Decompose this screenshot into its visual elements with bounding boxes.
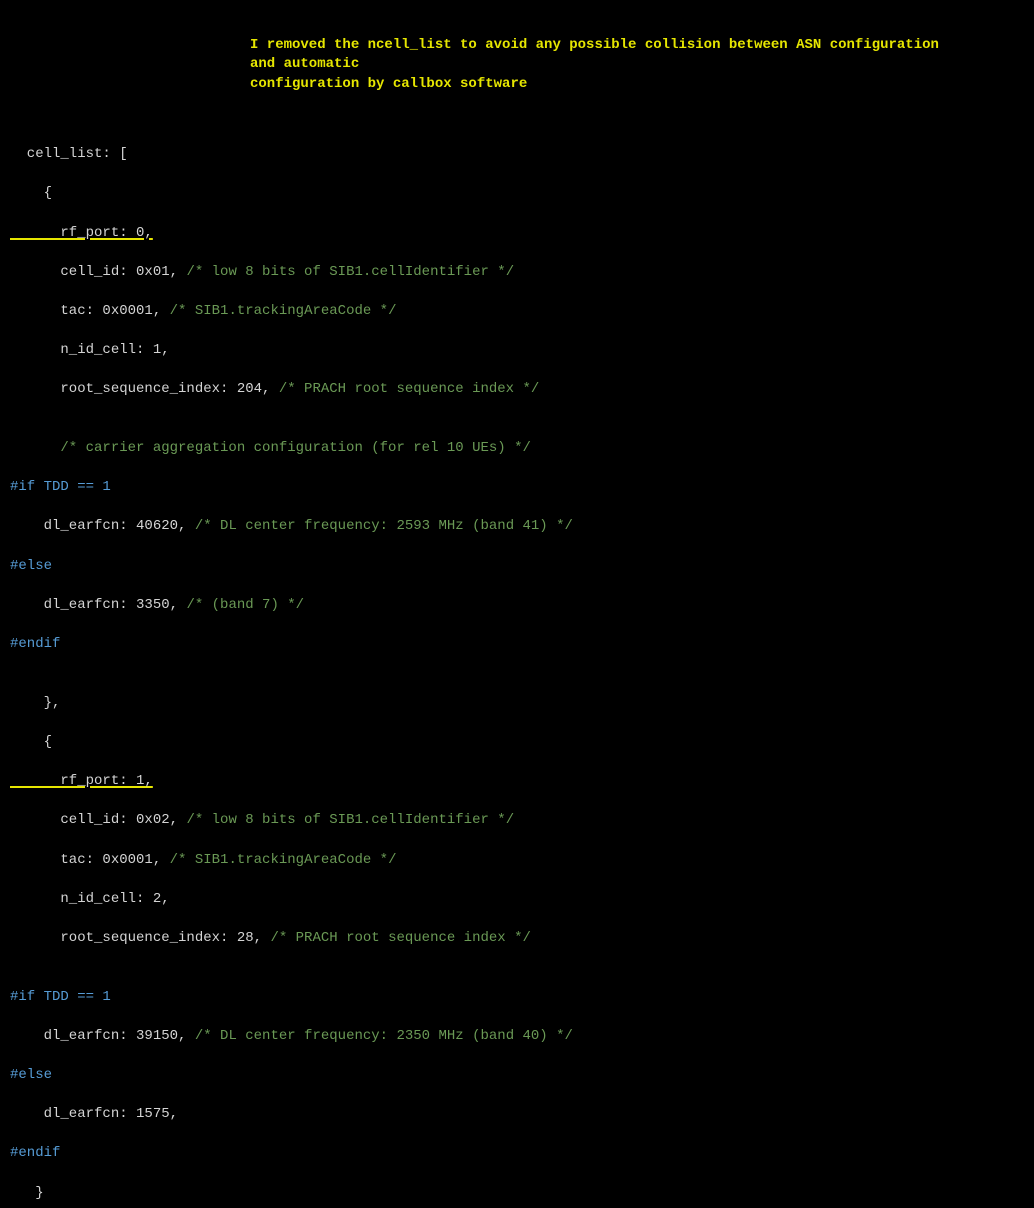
preproc-if: #if TDD == 1 xyxy=(10,478,1024,498)
code-line: dl_earfcn: 1575, xyxy=(10,1105,1024,1125)
code-line: n_id_cell: 2, xyxy=(10,890,1024,910)
code-line: } xyxy=(10,1184,1024,1204)
preproc-else: #else xyxy=(10,557,1024,577)
rf-port-0: rf_port: 0, xyxy=(10,225,153,241)
rf-port-1: rf_port: 1, xyxy=(10,773,153,789)
code-line: dl_earfcn: 3350, /* (band 7) */ xyxy=(10,596,1024,616)
code-line: { xyxy=(10,733,1024,753)
code-line: tac: 0x0001, /* SIB1.trackingAreaCode */ xyxy=(10,302,1024,322)
code-line: root_sequence_index: 28, /* PRACH root s… xyxy=(10,929,1024,949)
comment-line: /* carrier aggregation configuration (fo… xyxy=(10,439,1024,459)
code-line: { xyxy=(10,184,1024,204)
code-line: rf_port: 1, xyxy=(10,772,1024,792)
code-line: cell_id: 0x01, /* low 8 bits of SIB1.cel… xyxy=(10,263,1024,283)
preproc-if: #if TDD == 1 xyxy=(10,988,1024,1008)
code-line: tac: 0x0001, /* SIB1.trackingAreaCode */ xyxy=(10,851,1024,871)
preproc-endif: #endif xyxy=(10,635,1024,655)
code-line: cell_list: [ xyxy=(10,145,1024,165)
code-line: dl_earfcn: 40620, /* DL center frequency… xyxy=(10,517,1024,537)
note-line2: configuration by callbox software xyxy=(250,76,527,92)
annotation-note: I removed the ncell_list to avoid any po… xyxy=(250,36,970,95)
code-line: root_sequence_index: 204, /* PRACH root … xyxy=(10,380,1024,400)
preproc-endif: #endif xyxy=(10,1144,1024,1164)
code-line: cell_id: 0x02, /* low 8 bits of SIB1.cel… xyxy=(10,811,1024,831)
code-line: dl_earfcn: 39150, /* DL center frequency… xyxy=(10,1027,1024,1047)
preproc-else: #else xyxy=(10,1066,1024,1086)
code-line: rf_port: 0, xyxy=(10,224,1024,244)
note-line1: I removed the ncell_list to avoid any po… xyxy=(250,37,939,73)
code-line: }, xyxy=(10,694,1024,714)
code-line: n_id_cell: 1, xyxy=(10,341,1024,361)
